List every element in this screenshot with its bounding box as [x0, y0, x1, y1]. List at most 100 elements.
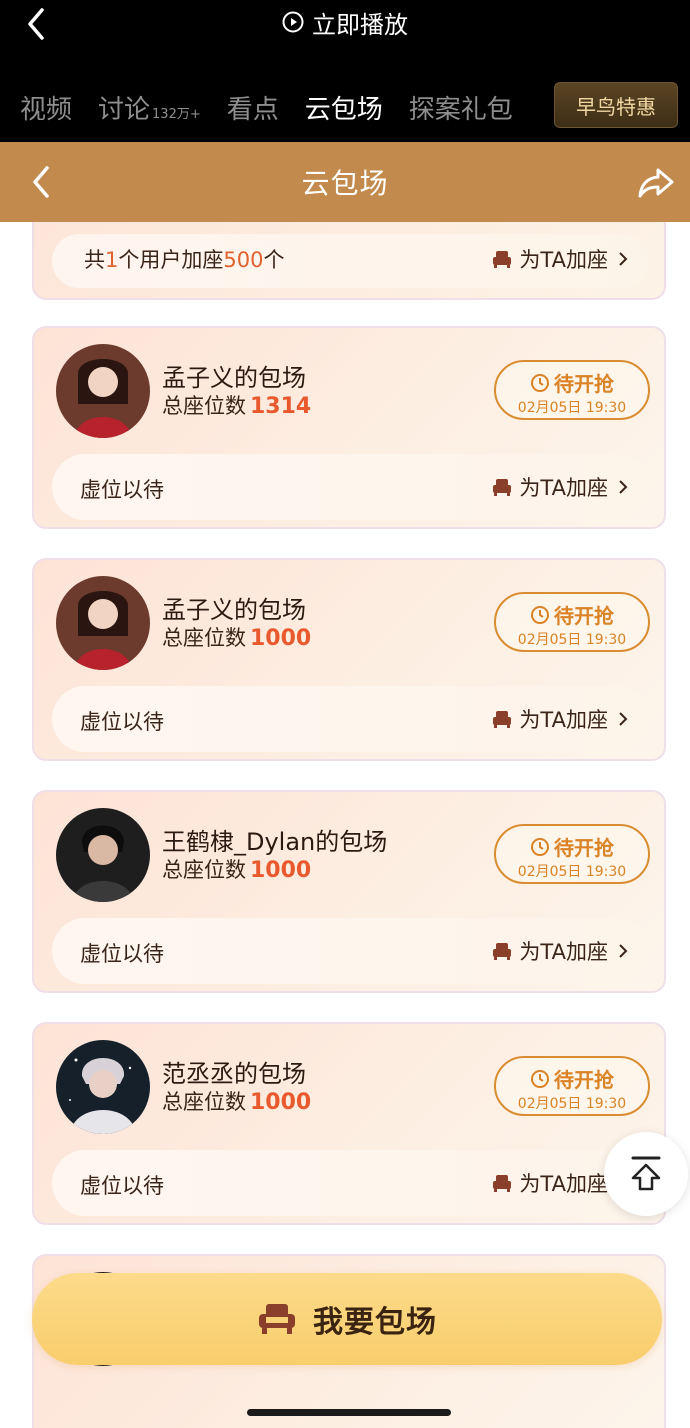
chevron-right-icon: [619, 480, 628, 494]
tab-case-gift[interactable]: 探案礼包: [409, 89, 513, 126]
avatar: [56, 808, 150, 902]
seat-total: 总座位数 1000: [162, 1086, 311, 1116]
summary-seat-count: 500: [223, 248, 264, 272]
pending-badge: 待开抢 02月05日 19:30: [494, 360, 650, 420]
book-theater-button[interactable]: 我要包场: [32, 1273, 662, 1365]
chevron-right-icon: [619, 944, 628, 958]
status-text: 虚位以待: [80, 710, 164, 734]
theater-card[interactable]: 王鹤棣_Dylan的包场 总座位数 1000 待开抢 02月05日 19:30 虚…: [32, 790, 666, 993]
add-seat-button[interactable]: 为TA加座: [491, 244, 628, 274]
tab-cloud-theater-label: 云包场: [304, 94, 383, 125]
play-now-button[interactable]: 立即播放: [0, 4, 690, 40]
tab-video-label: 视频: [20, 94, 73, 125]
seat-icon: [493, 1175, 512, 1192]
avatar: [56, 1040, 150, 1134]
seat-icon: [493, 479, 512, 496]
book-theater-label: 我要包场: [313, 1305, 437, 1340]
seat-total-label: 总座位数: [162, 394, 246, 418]
card-bottom-row: 虚位以待 为TA加座: [52, 918, 648, 984]
add-seat-label: 为TA加座: [519, 940, 608, 964]
clock-icon: [531, 373, 549, 392]
clock-icon: [531, 837, 549, 856]
home-indicator[interactable]: [247, 1409, 451, 1416]
theater-card[interactable]: 范丞丞的包场 总座位数 1000 待开抢 02月05日 19:30 虚位以待 为T…: [32, 1022, 666, 1225]
avatar: [56, 576, 150, 670]
seat-total-label: 总座位数: [162, 858, 246, 882]
theater-name: 孟子义的包场: [162, 364, 306, 392]
share-icon[interactable]: [636, 162, 676, 202]
arrow-up-icon: [631, 1156, 661, 1191]
clock-icon: [531, 605, 549, 624]
pending-badge: 待开抢 02月05日 19:30: [494, 592, 650, 652]
badge-time: 02月05日 19:30: [517, 632, 627, 648]
page-header: 云包场: [0, 142, 690, 222]
seat-total: 总座位数 1000: [162, 622, 311, 652]
seat-total-label: 总座位数: [162, 626, 246, 650]
tab-highlights-label: 看点: [226, 94, 279, 125]
status-text: 虚位以待: [80, 478, 164, 502]
pending-badge: 待开抢 02月05日 19:30: [494, 824, 650, 884]
tab-case-gift-label: 探案礼包: [408, 94, 513, 125]
seat-icon: [493, 943, 512, 960]
top-bar: 立即播放 视频 讨论 132万+ 看点 云包场 探案礼包 早鸟特惠: [0, 0, 690, 142]
page-title: 云包场: [301, 167, 389, 200]
badge-label: 待开抢: [554, 836, 614, 860]
header-back-icon[interactable]: [28, 162, 54, 202]
summary-pre: 共: [84, 248, 105, 272]
add-seat-label: 为TA加座: [519, 476, 608, 500]
play-icon: [282, 11, 304, 33]
add-seat-label: 为TA加座: [519, 248, 608, 272]
pending-badge: 待开抢 02月05日 19:30: [494, 1056, 650, 1116]
add-seat-label: 为TA加座: [519, 1172, 608, 1196]
seat-summary-text: 共1个用户加座500个: [84, 244, 284, 274]
card-bottom-row: 虚位以待 为TA加座: [52, 454, 648, 520]
badge-label: 待开抢: [554, 604, 614, 628]
clock-icon: [531, 1069, 549, 1088]
seat-summary-card: 共1个用户加座500个 为TA加座: [32, 222, 666, 300]
badge-time: 02月05日 19:30: [517, 400, 627, 416]
add-seat-button[interactable]: 为TA加座: [491, 472, 628, 502]
summary-post: 个: [263, 248, 285, 272]
chevron-right-icon: [619, 252, 628, 266]
badge-time: 02月05日 19:30: [517, 1096, 627, 1112]
card-bottom-row: 虚位以待 为TA加座: [52, 686, 648, 752]
badge-time: 02月05日 19:30: [517, 864, 627, 880]
badge-label: 待开抢: [554, 372, 614, 396]
seat-icon: [259, 1304, 295, 1334]
summary-user-count: 1: [105, 248, 119, 272]
tab-bar: 视频 讨论 132万+ 看点 云包场 探案礼包: [20, 82, 539, 132]
early-bird-button[interactable]: 早鸟特惠: [554, 82, 678, 128]
card-bottom-row: 虚位以待 为TA加座: [52, 1150, 648, 1216]
theater-card[interactable]: 孟子义的包场 总座位数 1000 待开抢 02月05日 19:30 虚位以待 为T…: [32, 558, 666, 761]
play-now-label: 立即播放: [312, 10, 408, 39]
scroll-to-top-button[interactable]: [604, 1132, 688, 1216]
theater-card[interactable]: 孟子义的包场 总座位数 1314 待开抢 02月05日 19:30 虚位以待 为T…: [32, 326, 666, 529]
badge-label: 待开抢: [554, 1068, 614, 1092]
summary-mid: 个用户加座: [118, 248, 224, 272]
theater-name: 孟子义的包场: [162, 596, 306, 624]
seat-total-value: 1000: [250, 1090, 312, 1115]
status-text: 虚位以待: [80, 1174, 164, 1198]
chevron-right-icon: [619, 712, 628, 726]
tab-highlights[interactable]: 看点: [227, 89, 279, 126]
seat-summary-row: 共1个用户加座500个 为TA加座: [52, 234, 648, 288]
tab-cloud-theater[interactable]: 云包场: [305, 89, 383, 126]
theater-name: 范丞丞的包场: [162, 1060, 306, 1088]
seat-icon: [493, 711, 512, 728]
tab-discussion-label: 讨论: [98, 94, 151, 125]
tab-discussion-count: 132万+: [152, 106, 201, 122]
tab-discussion[interactable]: 讨论 132万+: [98, 89, 201, 126]
seat-total: 总座位数 1314: [162, 390, 311, 420]
add-seat-label: 为TA加座: [519, 708, 608, 732]
seat-total: 总座位数 1000: [162, 854, 311, 884]
theater-list[interactable]: 共1个用户加座500个 为TA加座 孟子义的包场 总座位数 1314 待开抢 02…: [0, 222, 690, 1428]
add-seat-button[interactable]: 为TA加座: [491, 936, 628, 966]
seat-total-value: 1000: [250, 626, 312, 651]
seat-total-value: 1000: [250, 858, 312, 883]
avatar: [56, 344, 150, 438]
add-seat-button[interactable]: 为TA加座: [491, 704, 628, 734]
tab-video[interactable]: 视频: [20, 89, 72, 126]
seat-total-value: 1314: [250, 394, 312, 419]
seat-total-label: 总座位数: [162, 1090, 246, 1114]
theater-name: 王鹤棣_Dylan的包场: [162, 828, 388, 856]
